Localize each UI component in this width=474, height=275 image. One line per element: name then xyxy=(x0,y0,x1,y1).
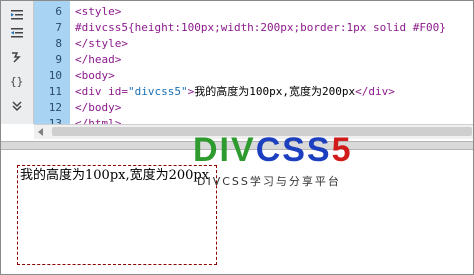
code-line[interactable]: <div id="divcss5">我的高度为100px,宽度为200px</d… xyxy=(75,84,395,100)
line-number: 13 xyxy=(48,117,62,124)
logo-part-5: 5 xyxy=(331,131,353,169)
indent-icon[interactable] xyxy=(9,7,25,23)
code-line[interactable]: </style> xyxy=(75,36,128,52)
format-icon[interactable] xyxy=(9,49,25,65)
outdent-icon[interactable] xyxy=(9,25,25,41)
line-number: 10 xyxy=(48,69,62,82)
scroll-left-icon[interactable] xyxy=(38,128,43,136)
collapse-icon[interactable] xyxy=(9,97,25,113)
divcss5-logo: DIVCSS5 xyxy=(193,131,353,170)
line-number: 8 xyxy=(55,37,62,50)
coding-toolbar: {} xyxy=(1,1,34,124)
logo-subtitle: DIVCSS学习与分享平台 xyxy=(197,175,341,188)
code-line[interactable]: <body> xyxy=(75,68,115,84)
code-line[interactable]: </head> xyxy=(75,52,121,68)
brace-icon[interactable]: {} xyxy=(9,73,25,89)
line-number: 7 xyxy=(55,21,62,34)
code-editor[interactable]: {} 6 7 8 9 10 11 12 13 <style> #divcss5{… xyxy=(1,1,473,124)
line-number: 9 xyxy=(55,53,62,66)
logo-part-div: DIV xyxy=(193,131,256,169)
line-number: 6 xyxy=(55,5,62,18)
code-line[interactable]: <style> xyxy=(75,4,121,20)
svg-text:{}: {} xyxy=(10,75,23,88)
line-number: 11 xyxy=(48,85,62,98)
divcss5-box[interactable]: 我的高度为100px,宽度为200px xyxy=(17,165,217,265)
logo-part-css: CSS xyxy=(255,131,332,169)
code-line[interactable]: </body> xyxy=(75,100,121,116)
code-line[interactable]: </html> xyxy=(75,116,121,124)
line-number: 12 xyxy=(48,101,62,114)
code-view-window: {} 6 7 8 9 10 11 12 13 <style> #divcss5{… xyxy=(0,0,474,275)
code-line[interactable]: #divcss5{height:100px;width:200px;border… xyxy=(75,20,446,36)
box-text: 我的高度为100px,宽度为200px xyxy=(20,168,210,183)
